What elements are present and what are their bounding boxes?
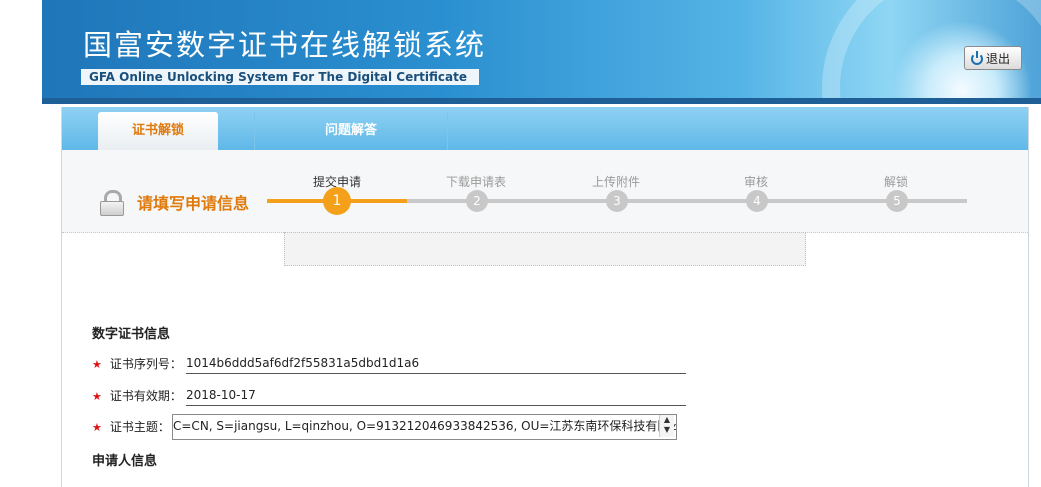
required-mark: ★: [92, 421, 102, 434]
spinner-icon[interactable]: ▲ ▼: [659, 415, 674, 437]
applicant-info-heading: 申请人信息: [92, 454, 158, 469]
subject-input[interactable]: C=CN, S=jiangsu, L=qinzhou, O=9132120469…: [172, 414, 677, 440]
power-icon: [971, 51, 983, 65]
validity-field: ★ 证书有效期： 2018-10-17: [92, 387, 686, 406]
step-label-4: 审核: [743, 175, 768, 189]
required-mark: ★: [92, 358, 102, 371]
tab-faq[interactable]: 问题解答: [254, 112, 448, 150]
subject-label: 证书主题：: [109, 420, 170, 434]
logout-label: 退出: [986, 52, 1011, 66]
step-dot-2: 2: [466, 190, 488, 212]
serial-label: 证书序列号：: [109, 357, 182, 371]
validity-value: 2018-10-17: [186, 385, 686, 406]
tab-cert-unlock[interactable]: 证书解锁: [98, 112, 218, 150]
steps-prompt: 请填写申请信息: [137, 194, 250, 213]
serial-field: ★ 证书序列号： 1014b6ddd5af6df2f55831a5dbd1d1a6: [92, 355, 686, 374]
logout-button[interactable]: 退出: [964, 46, 1022, 70]
step-label-3: 上传附件: [591, 175, 640, 189]
app-title: 国富安数字证书在线解锁系统: [83, 28, 487, 62]
step-dot-3: 3: [606, 190, 628, 212]
tab-bar: 证书解锁 问题解答: [62, 107, 1028, 150]
app-subtitle: GFA Online Unlocking System For The Digi…: [81, 69, 479, 85]
validity-label: 证书有效期：: [109, 389, 182, 403]
step-label-5: 解锁: [883, 175, 908, 189]
subject-field: ★ 证书主题： C=CN, S=jiangsu, L=qinzhou, O=913…: [92, 414, 677, 440]
step-label-2: 下载申请表: [445, 175, 506, 189]
main-panel: 证书解锁 问题解答 请填写申请信息 提交申请 下载申请表 上传附件 审核 解锁 …: [61, 107, 1029, 487]
step-dot-4: 4: [746, 190, 768, 212]
notice-box: [284, 232, 806, 266]
progress-steps: 请填写申请信息 提交申请 下载申请表 上传附件 审核 解锁 1 2 3 4 5: [62, 150, 1028, 233]
progress-track-remaining: [407, 199, 967, 203]
step-dot-1: 1: [323, 187, 351, 215]
lock-icon: [100, 190, 124, 216]
required-mark: ★: [92, 390, 102, 403]
cert-info-heading: 数字证书信息: [92, 327, 171, 342]
step-dot-5: 5: [886, 190, 908, 212]
serial-value: 1014b6ddd5af6df2f55831a5dbd1d1a6: [186, 353, 686, 374]
